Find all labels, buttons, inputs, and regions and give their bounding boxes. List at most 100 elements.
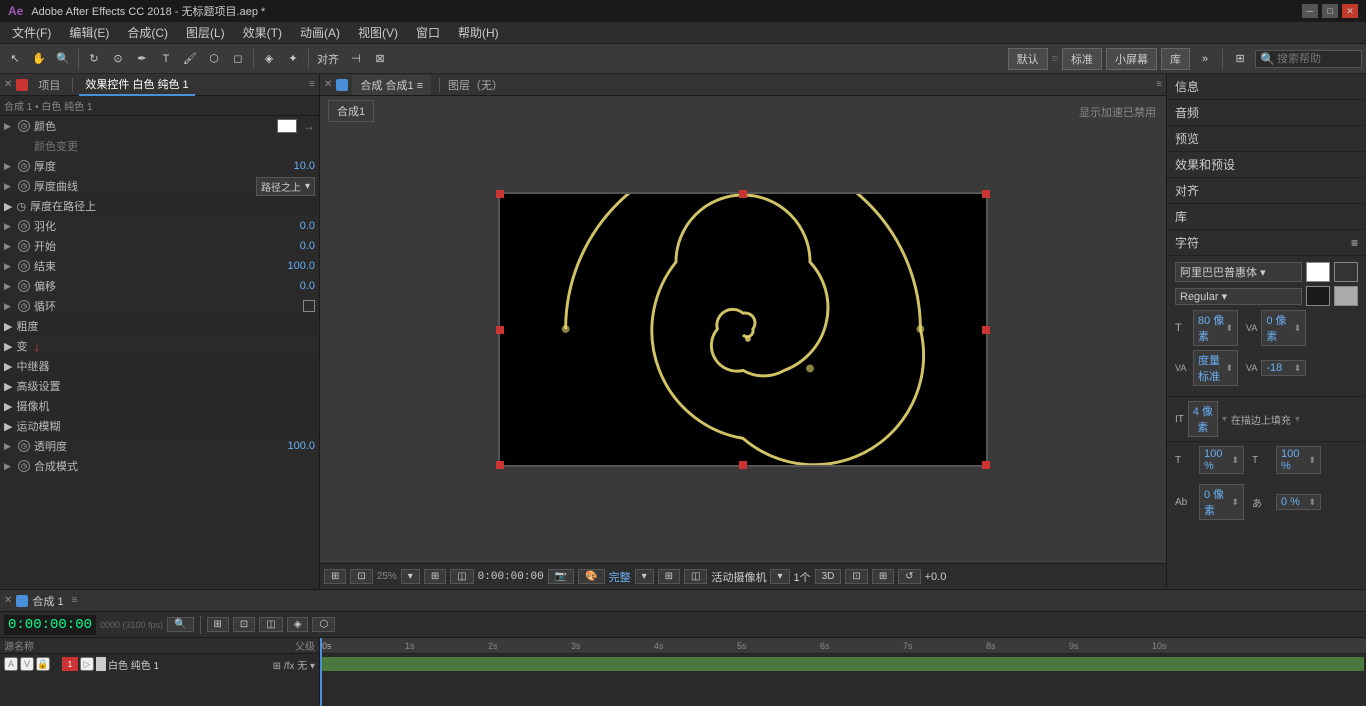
roto-tool[interactable]: ◈: [258, 48, 280, 70]
handle-br[interactable]: [982, 461, 990, 469]
camera-dropdown-btn[interactable]: ▾: [770, 569, 789, 584]
tab-project[interactable]: 项目: [32, 75, 66, 95]
font-swatch-dark[interactable]: [1306, 286, 1330, 306]
timeline-ruler[interactable]: 0s 1s 2s 3s 4s 5s 6s 7s 8s 9s 10s: [320, 638, 1366, 654]
prop-value-feather[interactable]: 0.0: [275, 220, 315, 232]
handle-mr[interactable]: [982, 326, 990, 334]
section-transform[interactable]: ▶ 变 ↓: [0, 336, 319, 356]
camera-orbit[interactable]: ⊙: [107, 48, 129, 70]
handle-mt[interactable]: [739, 190, 747, 198]
menu-window[interactable]: 窗口: [408, 22, 448, 43]
parent-dropdown[interactable]: ▾: [310, 661, 315, 672]
clock-icon-color[interactable]: ◷: [18, 120, 30, 132]
tl-btn-1[interactable]: ⊞: [207, 617, 229, 632]
prop-value-end[interactable]: 100.0: [275, 260, 315, 272]
prop-thickness-path[interactable]: ▶ ◷ 厚度在路径上: [0, 196, 319, 216]
workspace-small[interactable]: 小屏幕: [1106, 48, 1157, 70]
active-comp-label[interactable]: 合成1: [328, 100, 374, 122]
zoom-dropdown-btn[interactable]: ▾: [401, 569, 420, 584]
layer-av1[interactable]: A: [4, 657, 18, 671]
layer-expand[interactable]: ▷: [80, 657, 94, 671]
menu-edit[interactable]: 编辑(E): [61, 22, 117, 43]
select-tool[interactable]: ↖: [4, 48, 26, 70]
clock-icon-start[interactable]: ◷: [18, 240, 30, 252]
handle-ml[interactable]: [496, 326, 504, 334]
tracking-input[interactable]: 0 像素 ⬍: [1261, 310, 1306, 346]
clock-icon-curve[interactable]: ◷: [18, 180, 30, 192]
workspace-standard[interactable]: 标准: [1062, 48, 1102, 70]
pen-tool[interactable]: ✒: [131, 48, 153, 70]
dropdown-curve[interactable]: 路径之上 ▾: [256, 177, 315, 196]
zoom-tool[interactable]: 🔍: [52, 48, 74, 70]
tab-composition[interactable]: 合成 合成1 ≡: [352, 75, 431, 95]
hand-tool[interactable]: ✋: [28, 48, 50, 70]
prop-value-thickness[interactable]: 10.0: [275, 160, 315, 172]
menu-file[interactable]: 文件(F): [4, 22, 59, 43]
tl-btn-4[interactable]: ◈: [287, 617, 309, 632]
clock-icon-loop[interactable]: ◷: [18, 300, 30, 312]
panel-character[interactable]: 字符 ≡: [1167, 230, 1366, 256]
panel-info[interactable]: 信息: [1167, 74, 1366, 100]
panel-menu[interactable]: ≡: [309, 79, 315, 90]
puppet-tool[interactable]: ✦: [282, 48, 304, 70]
panel-audio[interactable]: 音频: [1167, 100, 1366, 126]
always-preview-btn[interactable]: ⊞: [324, 569, 346, 584]
font-size-input[interactable]: 80 像素 ⬍: [1193, 310, 1238, 346]
arrow-blend[interactable]: ▶: [4, 461, 14, 472]
section-roughness[interactable]: ▶ 粗度: [0, 316, 319, 336]
clock-icon-offset[interactable]: ◷: [18, 280, 30, 292]
panel-align[interactable]: 对齐: [1167, 178, 1366, 204]
color-arrow[interactable]: →: [303, 119, 315, 133]
section-camera[interactable]: ▶ 摄像机: [0, 396, 319, 416]
fit-btn[interactable]: ⊞: [424, 569, 446, 584]
font-style-select[interactable]: Regular ▾: [1175, 288, 1302, 305]
font-color-fill[interactable]: [1306, 262, 1330, 282]
tl-btn-5[interactable]: ⬡: [312, 617, 335, 632]
stamp-tool[interactable]: ⬡: [203, 48, 225, 70]
menu-animation[interactable]: 动画(A): [292, 22, 348, 43]
clock-icon-opacity[interactable]: ◷: [18, 440, 30, 452]
comp-close[interactable]: ✕: [324, 79, 332, 90]
kerning-input[interactable]: -18 ⬍: [1261, 360, 1306, 376]
panel-effects-presets[interactable]: 效果和预设: [1167, 152, 1366, 178]
panel-library[interactable]: 库: [1167, 204, 1366, 230]
text-tool[interactable]: T: [155, 48, 177, 70]
font-swatch-light[interactable]: [1334, 286, 1358, 306]
workspace-more[interactable]: »: [1194, 48, 1216, 70]
arrow-9[interactable]: ▶: [4, 281, 14, 292]
arrow-4[interactable]: ▶: [4, 181, 14, 192]
timeline-close[interactable]: ✕: [4, 595, 12, 606]
menu-help[interactable]: 帮助(H): [450, 22, 507, 43]
camera-btn[interactable]: 📷: [548, 569, 574, 584]
comp-menu[interactable]: ≡: [1156, 79, 1162, 90]
prop-value-offset[interactable]: 0.0: [275, 280, 315, 292]
layer-fx[interactable]: /fx: [284, 661, 295, 672]
prop-value-opacity[interactable]: 100.0: [275, 440, 315, 452]
reset-btn[interactable]: ↺: [898, 569, 920, 584]
clock-icon-thickness[interactable]: ◷: [18, 160, 30, 172]
quality-btn[interactable]: ▾: [635, 569, 654, 584]
eraser-tool[interactable]: ◻: [227, 48, 249, 70]
section-advanced[interactable]: ▶ 高级设置: [0, 376, 319, 396]
handle-bl[interactable]: [496, 461, 504, 469]
brush-tool[interactable]: 🖌: [179, 48, 201, 70]
loop-checkbox[interactable]: [303, 300, 315, 312]
align-left[interactable]: ⊣: [345, 48, 367, 70]
scale-v-input[interactable]: 100 % ⬍: [1276, 446, 1321, 474]
render-btn[interactable]: ⊡: [845, 569, 867, 584]
arrow-opacity[interactable]: ▶: [4, 441, 14, 452]
section-motionblur[interactable]: ▶ 运动模糊: [0, 416, 319, 436]
workspace-default[interactable]: 默认: [1008, 48, 1048, 70]
maximize-button[interactable]: □: [1322, 4, 1338, 18]
menu-layer[interactable]: 图层(L): [178, 22, 233, 43]
workspace-library[interactable]: 库: [1161, 48, 1190, 70]
view-layout-btn[interactable]: ◫: [684, 569, 707, 584]
color-correct-btn[interactable]: ⊞: [872, 569, 894, 584]
leading-input[interactable]: 度量标准 ⬍: [1193, 350, 1238, 386]
prop-value-start[interactable]: 0.0: [275, 240, 315, 252]
layer-bar-green[interactable]: [322, 657, 1364, 671]
active-camera-icon[interactable]: ⊞: [658, 569, 680, 584]
tl-btn-3[interactable]: ◫: [259, 617, 282, 632]
timeline-tab[interactable]: 合成 1: [32, 593, 63, 609]
view-options-btn[interactable]: ⊡: [350, 569, 372, 584]
